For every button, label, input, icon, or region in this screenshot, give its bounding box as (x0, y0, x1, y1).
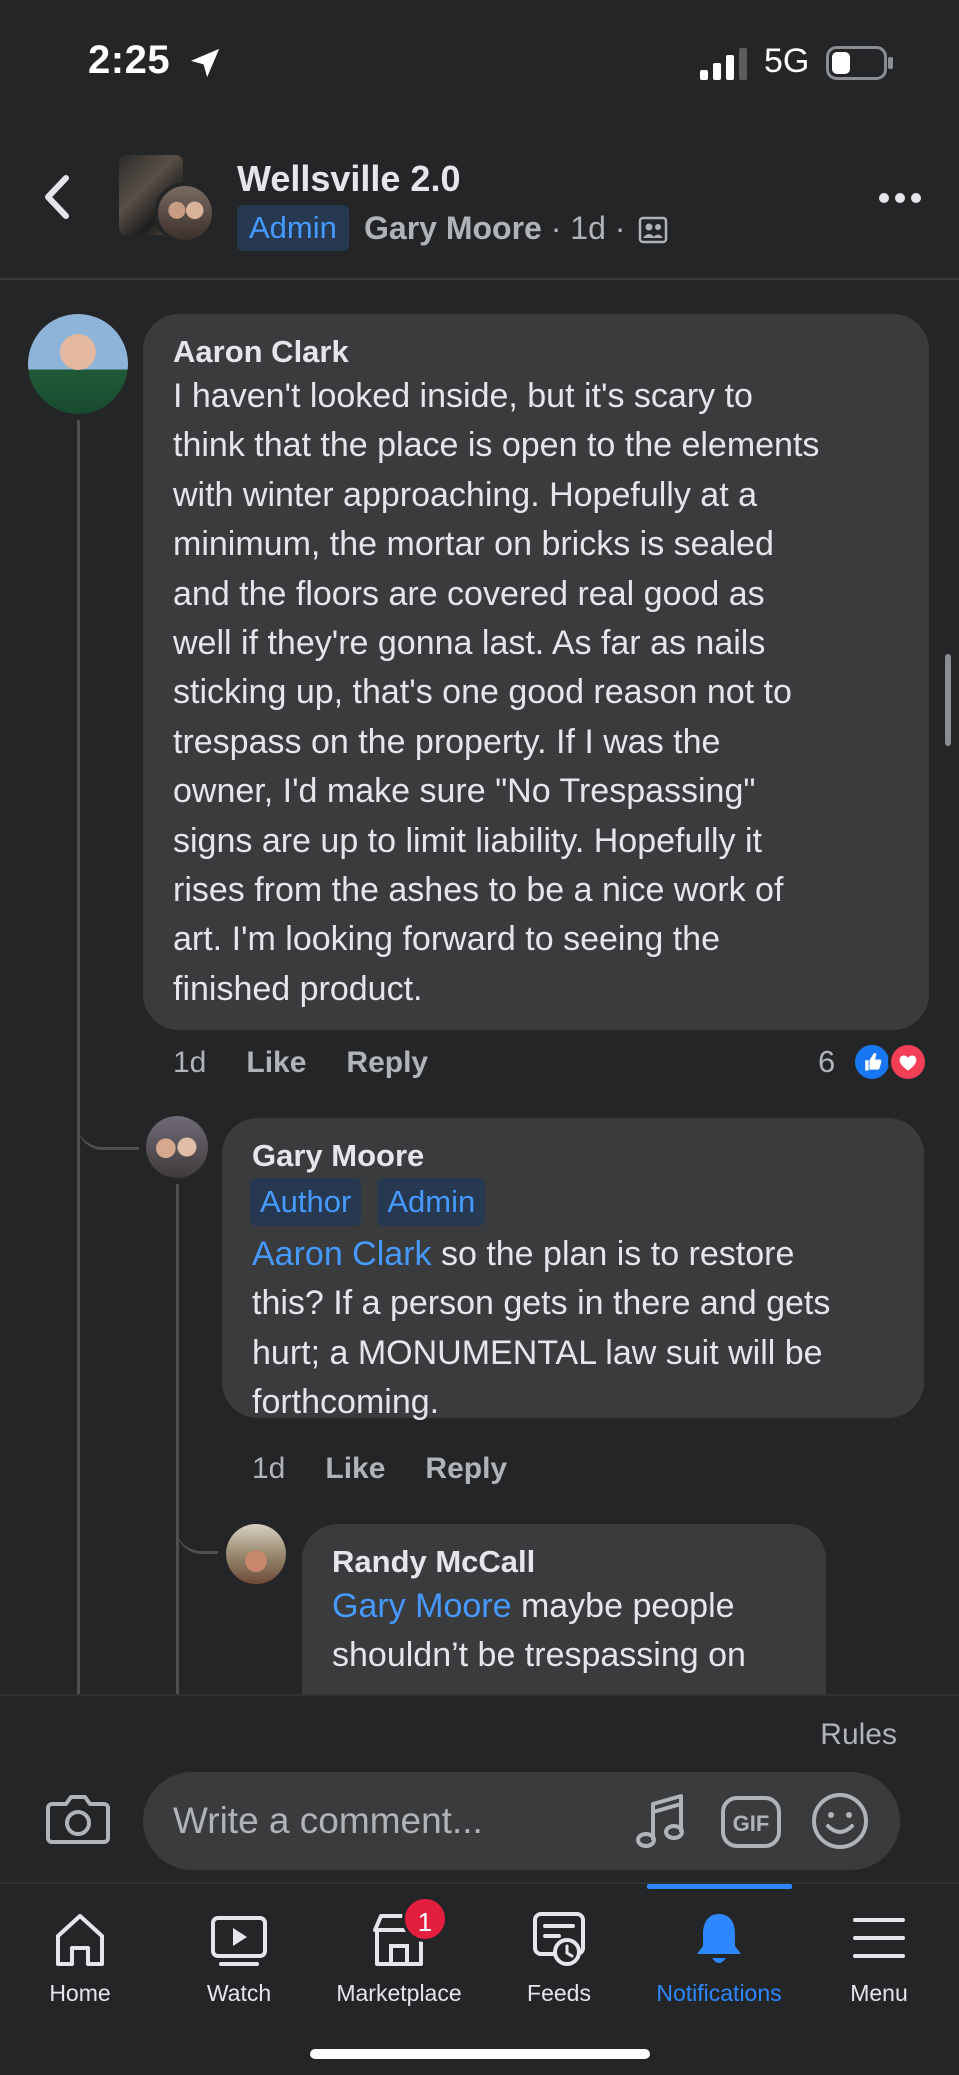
rules-link[interactable]: Rules (820, 1718, 897, 1752)
tab-watch[interactable]: Watch (159, 1908, 319, 2018)
tab-menu[interactable]: Menu (799, 1908, 959, 2018)
post-age: 1d (570, 210, 606, 246)
more-options-icon[interactable] (878, 188, 922, 208)
tab-label: Feeds (527, 1980, 591, 2006)
admin-badge: Admin (237, 205, 349, 251)
location-arrow-icon (190, 48, 220, 78)
status-bar: 2:25 5G (0, 0, 959, 130)
group-avatar[interactable] (116, 152, 216, 248)
author-badge: Author (250, 1178, 362, 1226)
feeds-icon (533, 1912, 585, 1966)
gif-icon[interactable]: GIF (721, 1796, 781, 1848)
comment-text: I haven't looked inside, but it's scary … (173, 377, 820, 1008)
author-badges: Author Admin (250, 1178, 894, 1226)
post-header: Wellsville 2.0 Admin Gary Moore · 1d · (0, 130, 959, 280)
tab-marketplace[interactable]: Marketplace (319, 1908, 479, 2018)
back-chevron-icon[interactable] (40, 172, 76, 222)
comment-time: 1d (252, 1452, 286, 1485)
home-icon (56, 1914, 104, 1966)
status-time: 2:25 (88, 38, 171, 82)
svg-text:GIF: GIF (733, 1811, 770, 1836)
comment-thread: Aaron Clark I haven't looked inside, but… (0, 282, 959, 1694)
tab-label: Watch (206, 1980, 272, 2006)
scrollbar[interactable] (945, 654, 951, 746)
avatar[interactable] (146, 1116, 208, 1178)
poster-avatar (154, 182, 216, 244)
admin-badge: Admin (377, 1178, 486, 1226)
battery-icon (826, 46, 893, 80)
watch-icon (211, 1916, 267, 1966)
tab-home[interactable]: Home (0, 1908, 160, 2018)
comment-bubble: Randy McCall Gary Moore maybe people sho… (302, 1524, 826, 1694)
thread-line (176, 1184, 179, 1694)
reaction-count[interactable]: 6 (818, 1044, 835, 1080)
music-note-icon[interactable] (633, 1792, 689, 1852)
love-reaction-icon[interactable] (888, 1042, 928, 1082)
comment-author[interactable]: Aaron Clark (173, 332, 899, 372)
avatar[interactable] (226, 1524, 286, 1584)
comment-bubble: Gary Moore Author Admin Aaron Clark so t… (222, 1118, 924, 1421)
signal-strength-icon (700, 48, 747, 80)
comment-time: 1d (173, 1046, 207, 1079)
comment-input[interactable] (173, 1772, 613, 1870)
mention-link[interactable]: Aaron Clark (252, 1235, 432, 1273)
comment-actions: 1d Like Reply (252, 1452, 507, 1486)
reply-button[interactable]: Reply (425, 1452, 507, 1486)
tab-label: Marketplace (336, 1980, 462, 2006)
network-type: 5G (764, 42, 810, 80)
comment-composer: Rules GIF (0, 1694, 959, 1882)
like-reaction-icon[interactable] (852, 1042, 892, 1082)
comment-text: Aaron Clark so the plan is to restore th… (252, 1230, 894, 1428)
tab-label: Menu (850, 1980, 908, 2006)
comment-bubble: Aaron Clark I haven't looked inside, but… (143, 314, 929, 1030)
bell-icon (697, 1914, 741, 1963)
comment-actions: 1d Like Reply (173, 1046, 428, 1080)
home-indicator (310, 2049, 650, 2059)
avatar[interactable] (28, 314, 128, 414)
comment-input-field[interactable]: GIF (143, 1772, 900, 1870)
menu-icon (853, 1918, 905, 1958)
thread-connector (77, 982, 139, 1150)
tab-label: Notifications (656, 1980, 782, 2006)
post-meta: Gary Moore · 1d · (364, 210, 626, 246)
poster-name[interactable]: Gary Moore (364, 210, 542, 246)
tab-label: Home (49, 1980, 111, 2006)
notification-count-badge: 1 (402, 1896, 448, 1942)
active-tab-indicator (647, 1884, 792, 1889)
comment-author[interactable]: Gary Moore (252, 1136, 894, 1176)
group-title[interactable]: Wellsville 2.0 (237, 158, 460, 200)
emoji-icon[interactable] (811, 1792, 869, 1850)
mention-link[interactable]: Gary Moore (332, 1587, 512, 1625)
tab-notifications[interactable]: Notifications (639, 1908, 799, 2018)
camera-icon[interactable] (46, 1792, 110, 1846)
group-visibility-icon (638, 216, 668, 244)
thread-connector (176, 1462, 218, 1554)
comment-author[interactable]: Randy McCall (332, 1542, 796, 1582)
comment-text: Gary Moore maybe people shouldn’t be tre… (332, 1582, 796, 1681)
tab-feeds[interactable]: Feeds (479, 1908, 639, 2018)
like-button[interactable]: Like (325, 1452, 385, 1486)
bottom-tab-bar: Home Watch Marketplace 1 Feeds Notificat… (0, 1882, 959, 2075)
like-button[interactable]: Like (246, 1046, 306, 1080)
reply-button[interactable]: Reply (346, 1046, 428, 1080)
